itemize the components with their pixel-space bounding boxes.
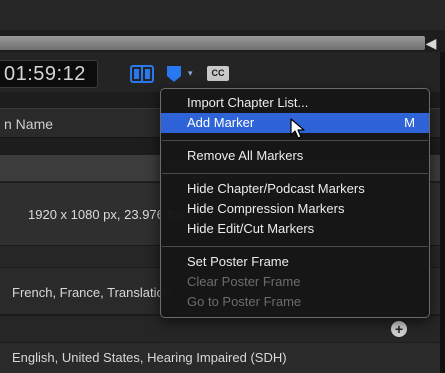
compressor-window: ◀︎ 01:59:12 ▾ CC n Name 1920 x 1080 px, … xyxy=(0,0,445,373)
caption-language-text: French, France, Translation xyxy=(12,285,171,300)
caption-language-text: English, United States, Hearing Impaired… xyxy=(12,350,287,365)
menu-item-clear-poster-frame: Clear Poster Frame xyxy=(187,274,301,289)
mouse-pointer-icon xyxy=(290,118,305,139)
menu-separator xyxy=(162,246,428,247)
timecode-display[interactable]: 01:59:12 xyxy=(0,60,98,88)
menu-item-import-chapter-list[interactable]: Import Chapter List... xyxy=(161,93,429,113)
top-bar xyxy=(0,0,445,30)
timeline-scrubber[interactable] xyxy=(0,36,425,50)
marker-menu-chevron-down-icon[interactable]: ▾ xyxy=(188,68,193,79)
menu-item-hide-edit-cut-markers[interactable]: Hide Edit/Cut Markers xyxy=(161,219,429,239)
table-row[interactable]: English, United States, Hearing Impaired… xyxy=(0,343,445,373)
menu-separator xyxy=(162,173,428,174)
split-view-icon[interactable] xyxy=(130,65,154,83)
name-column-header[interactable]: n Name xyxy=(4,116,53,132)
window-edge xyxy=(440,52,445,373)
add-row-bar: + xyxy=(0,315,445,342)
menu-item-hide-chapter-podcast-markers[interactable]: Hide Chapter/Podcast Markers xyxy=(161,179,429,199)
shortcut-label: M xyxy=(404,115,415,130)
menu-item-remove-all-markers[interactable]: Remove All Markers xyxy=(161,146,429,166)
menu-item-set-poster-frame[interactable]: Set Poster Frame xyxy=(161,252,429,272)
marker-icon[interactable] xyxy=(165,65,183,83)
closed-captions-icon[interactable]: CC xyxy=(207,66,229,81)
menu-item-go-to-poster-frame: Go to Poster Frame xyxy=(187,294,302,309)
menu-separator xyxy=(162,140,428,141)
marker-toolbar: 01:59:12 ▾ CC xyxy=(0,52,445,92)
scrubber-end-handle-icon[interactable]: ◀︎ xyxy=(425,34,437,52)
add-icon[interactable]: + xyxy=(391,321,407,337)
menu-item-hide-compression-markers[interactable]: Hide Compression Markers xyxy=(161,199,429,219)
